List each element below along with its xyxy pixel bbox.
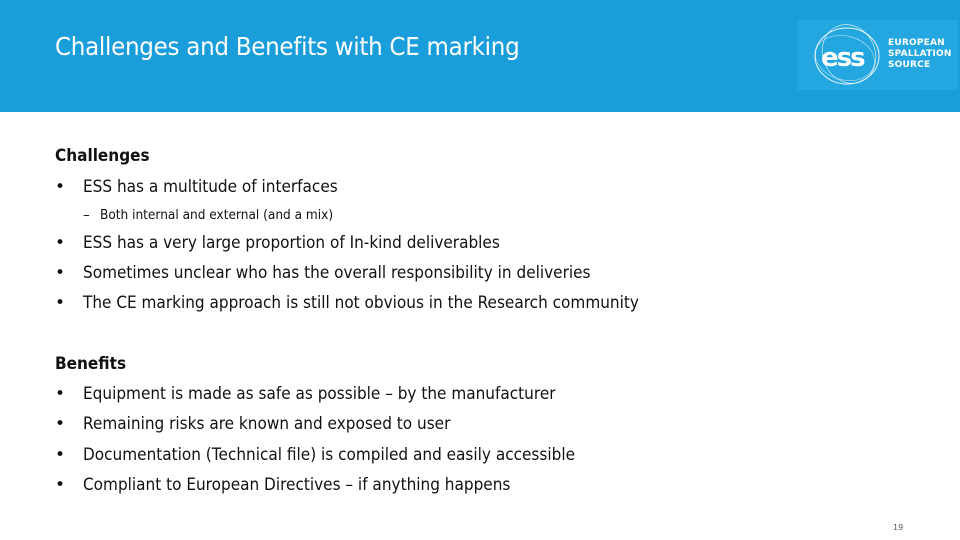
slide-title: Challenges and Benefits with CE marking <box>55 32 520 61</box>
list-item-text: Documentation (Technical file) is compil… <box>83 445 576 465</box>
ess-logo: ess EUROPEAN SPALLATION SOURCE <box>797 20 958 90</box>
ess-mark: ess <box>821 43 865 73</box>
logo-wordmark: EUROPEAN SPALLATION SOURCE <box>888 38 952 71</box>
bullet-icon: • <box>55 384 66 404</box>
bullet-icon: • <box>55 445 66 465</box>
bullet-icon: • <box>55 263 66 283</box>
list-item-text: ESS has a very large proportion of In-ki… <box>83 233 500 253</box>
bullet-icon: • <box>55 293 66 313</box>
challenges-heading: Challenges <box>55 146 150 166</box>
bullet-icon: • <box>55 233 66 253</box>
list-item-text: Compliant to European Directives – if an… <box>83 475 511 495</box>
bullet-icon: • <box>55 475 66 495</box>
page-number: 19 <box>893 523 904 532</box>
list-item-text: Remaining risks are known and exposed to… <box>83 414 451 434</box>
title-banner: Challenges and Benefits with CE marking … <box>0 0 960 112</box>
logo-line: SPALLATION <box>888 49 952 59</box>
list-item-text: Equipment is made as safe as possible – … <box>83 384 556 404</box>
logo-line: EUROPEAN <box>888 38 945 48</box>
bullet-icon: • <box>55 414 66 434</box>
list-item-text: Sometimes unclear who has the overall re… <box>83 263 591 283</box>
logo-line: SOURCE <box>888 60 931 70</box>
ess-orbit-logo-icon: ess <box>814 24 880 85</box>
bullet-icon: • <box>55 177 66 197</box>
list-item-text: ESS has a multitude of interfaces <box>83 177 338 197</box>
sub-list-item-text: Both internal and external (and a mix) <box>100 207 334 223</box>
benefits-heading: Benefits <box>55 354 127 374</box>
dash-icon: – <box>83 207 90 223</box>
list-item-text: The CE marking approach is still not obv… <box>83 293 639 313</box>
